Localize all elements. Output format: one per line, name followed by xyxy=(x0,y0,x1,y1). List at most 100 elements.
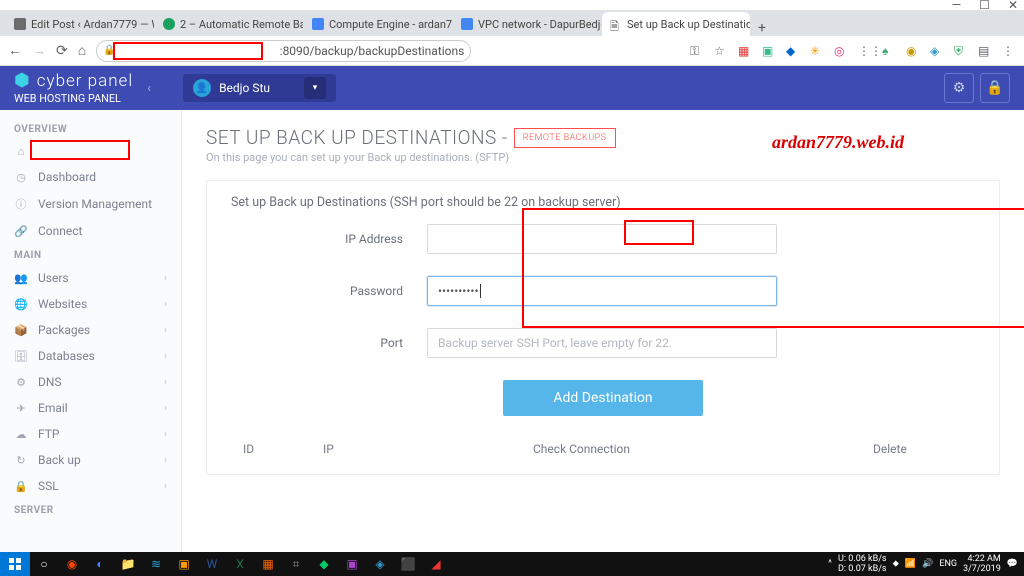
settings-button[interactable]: ⚙ xyxy=(944,73,974,103)
home-icon: ⌂ xyxy=(14,145,28,158)
sidebar-label: Connect xyxy=(38,224,82,238)
address-bar[interactable]: 🔒 :8090/backup/backupDestinations xyxy=(96,40,471,62)
sidebar-item-backup[interactable]: ↻Back up› xyxy=(0,447,181,473)
browser-tab[interactable]: Compute Engine - ardan7779…× xyxy=(304,12,452,36)
tray-icon[interactable]: ⬥ xyxy=(893,559,899,569)
taskbar-app-icon[interactable]: X xyxy=(226,552,254,576)
taskbar-app-icon[interactable]: ◈ xyxy=(366,552,394,576)
port-label: Port xyxy=(231,336,427,350)
ext-icon[interactable]: ▤ xyxy=(978,44,992,58)
chevron-right-icon: › xyxy=(164,351,167,362)
ext-icon[interactable]: ⋮⋮ xyxy=(858,44,872,58)
clock[interactable]: 4:22 AM 3/7/2019 xyxy=(963,554,1001,574)
form-row-port: Port Backup server SSH Port, leave empty… xyxy=(231,328,975,358)
close-button[interactable]: ✕ xyxy=(1008,0,1018,12)
browser-toolbar: ← → ⟳ ⌂ 🔒 :8090/backup/backupDestination… xyxy=(0,36,1024,66)
wifi-icon[interactable]: 📶 xyxy=(905,559,916,569)
taskbar-app-icon[interactable]: ▣ xyxy=(338,552,366,576)
star-icon[interactable]: ☆ xyxy=(714,44,728,58)
browser-tab-active[interactable]: 🗎Set up Back up Destinations× xyxy=(602,12,750,36)
tab-label: Edit Post ‹ Ardan7779 — Word… xyxy=(31,18,154,31)
ext-icon[interactable]: ◉ xyxy=(906,44,920,58)
taskbar-app-icon[interactable]: ◢ xyxy=(422,552,450,576)
taskbar-app-icon[interactable]: ◆ xyxy=(310,552,338,576)
ext-icon[interactable]: ⛨ xyxy=(954,44,968,58)
new-tab-button[interactable]: + xyxy=(751,20,773,36)
home-button[interactable]: ⌂ xyxy=(78,42,86,59)
sidebar-item-dns[interactable]: ⚙DNS› xyxy=(0,369,181,395)
favicon-icon xyxy=(163,18,175,30)
sidebar-item-version[interactable]: ⓘVersion Management xyxy=(0,190,181,218)
sidebar-item-packages[interactable]: 📦Packages› xyxy=(0,317,181,343)
taskbar-app-icon[interactable]: ◐ xyxy=(86,552,114,576)
sidebar-item-dashboard[interactable]: ◷Dashboard xyxy=(0,164,181,190)
avatar-icon: 👤 xyxy=(193,79,211,97)
globe-icon: 🌐 xyxy=(14,298,28,311)
taskbar-app-icon[interactable]: ≋ xyxy=(142,552,170,576)
system-tray: ^ U: 0.06 kB/s D: 0.07 kB/s ⬥ 📶 🔊 ENG 4:… xyxy=(822,554,1024,574)
backup-icon: ↻ xyxy=(14,454,28,467)
taskbar-app-icon[interactable]: W xyxy=(198,552,226,576)
taskbar-app-icon[interactable]: 📁 xyxy=(114,552,142,576)
sidebar-item-ftp[interactable]: ☁FTP› xyxy=(0,421,181,447)
tab-label: 2 – Automatic Remote Backup… xyxy=(180,18,303,31)
add-destination-button[interactable]: Add Destination xyxy=(503,380,703,416)
browser-tab[interactable]: Edit Post ‹ Ardan7779 — Word…× xyxy=(6,12,154,36)
brand-text: cyber panel xyxy=(37,71,133,91)
sidebar-label: FTP xyxy=(38,427,59,441)
taskbar-app-icon[interactable]: ◉ xyxy=(58,552,86,576)
chevron-right-icon: › xyxy=(164,481,167,492)
ext-icon[interactable]: ◈ xyxy=(930,44,944,58)
brand-subtext: WEB HOSTING PANEL xyxy=(14,92,121,105)
brand-logo: ⬢cyber panel WEB HOSTING PANEL xyxy=(14,70,133,106)
main-panel: SET UP BACK UP DESTINATIONS - REMOTE BAC… xyxy=(182,110,1024,552)
taskbar-app-icon[interactable]: ⬛ xyxy=(394,552,422,576)
sidebar-section: OVERVIEW xyxy=(0,118,181,139)
taskbar-app-icon[interactable]: ○ xyxy=(30,552,58,576)
chevron-right-icon: › xyxy=(164,429,167,440)
taskbar-app-icon[interactable]: ▦ xyxy=(254,552,282,576)
taskbar-app-icon[interactable]: ⌗ xyxy=(282,552,310,576)
sidebar-item-home[interactable]: ⌂ xyxy=(0,139,181,164)
ext-icon[interactable]: ♠ xyxy=(882,44,896,58)
lock-button[interactable]: 🔒 xyxy=(980,73,1010,103)
back-button[interactable]: ← xyxy=(8,42,22,59)
chevron-right-icon: › xyxy=(164,455,167,466)
chevron-right-icon: › xyxy=(164,325,167,336)
chevron-down-icon[interactable]: ▾ xyxy=(304,77,326,99)
start-button[interactable] xyxy=(0,552,30,576)
minimize-button[interactable]: — xyxy=(952,0,961,12)
package-icon: 📦 xyxy=(14,324,28,337)
window-controls: — ☐ ✕ xyxy=(0,0,1024,10)
browser-tab[interactable]: VPC network - DapurBedjoStu…× xyxy=(453,12,601,36)
maximize-button[interactable]: ☐ xyxy=(979,0,990,12)
browser-tab[interactable]: 2 – Automatic Remote Backup…× xyxy=(155,12,303,36)
notifications-icon[interactable]: 💬 xyxy=(1007,559,1018,569)
sidebar-item-email[interactable]: ✈Email› xyxy=(0,395,181,421)
sidebar-item-connect[interactable]: 🔗Connect xyxy=(0,218,181,244)
menu-icon[interactable]: ⋮ xyxy=(1002,44,1016,58)
port-input[interactable]: Backup server SSH Port, leave empty for … xyxy=(427,328,777,358)
key-icon[interactable]: ⚿ xyxy=(690,44,704,58)
chevron-right-icon: › xyxy=(164,403,167,414)
tab-label: Compute Engine - ardan7779… xyxy=(329,18,452,31)
sidebar-item-databases[interactable]: 🗄Databases› xyxy=(0,343,181,369)
ext-icon[interactable]: ✳ xyxy=(810,44,824,58)
ext-icon[interactable]: ▣ xyxy=(762,44,776,58)
taskbar-app-icon[interactable]: ▣ xyxy=(170,552,198,576)
tray-chevron-icon[interactable]: ^ xyxy=(828,559,832,569)
favicon-icon xyxy=(312,18,324,30)
ext-icon[interactable]: ◆ xyxy=(786,44,800,58)
favicon-icon xyxy=(14,18,26,30)
forward-button[interactable]: → xyxy=(32,42,46,59)
sidebar-item-ssl[interactable]: 🔒SSL› xyxy=(0,473,181,499)
language-indicator[interactable]: ENG xyxy=(939,559,957,569)
user-menu[interactable]: 👤 Bedjo Stu ▾ xyxy=(183,74,336,102)
ext-icon[interactable]: ▦ xyxy=(738,44,752,58)
ext-icon[interactable]: ◎ xyxy=(834,44,848,58)
sidebar-item-websites[interactable]: 🌐Websites› xyxy=(0,291,181,317)
sidebar-toggle-icon[interactable]: ‹ xyxy=(147,81,151,96)
volume-icon[interactable]: 🔊 xyxy=(922,559,933,569)
reload-button[interactable]: ⟳ xyxy=(56,43,68,59)
sidebar-item-users[interactable]: 👥Users› xyxy=(0,265,181,291)
